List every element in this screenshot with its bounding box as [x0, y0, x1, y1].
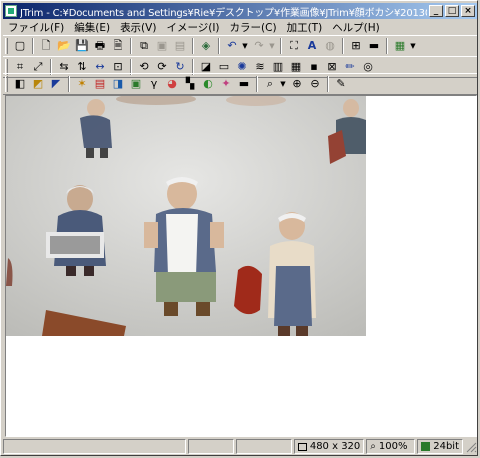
- new-file-icon[interactable]: 🗋: [38, 38, 54, 54]
- paste-icon[interactable]: ▣: [154, 38, 170, 54]
- image-size-pane: 480 x 320: [294, 439, 365, 454]
- image-canvas[interactable]: [5, 95, 477, 437]
- chevron-down-icon[interactable]: ▼: [268, 38, 276, 54]
- copy-icon[interactable]: ⧉: [136, 38, 152, 54]
- menu-image[interactable]: イメージ(I): [161, 20, 224, 35]
- color-depth-icon: [421, 442, 431, 451]
- image-size-value: 480 x 320: [309, 441, 361, 452]
- grid-icon[interactable]: ⊞: [348, 38, 364, 54]
- save-icon[interactable]: 💾: [74, 38, 90, 54]
- app-window: JTrim - C:¥Documents and Settings¥Rie¥デス…: [0, 0, 478, 456]
- toolbar-separator: [68, 76, 70, 92]
- gradient-icon[interactable]: ◤: [48, 76, 64, 92]
- hue-icon[interactable]: ◕: [164, 76, 180, 92]
- effect-icon[interactable]: ✦: [218, 76, 234, 92]
- image-icon[interactable]: ▣: [128, 76, 144, 92]
- toolbar-separator: [386, 38, 388, 54]
- monochrome-icon[interactable]: ▬: [236, 76, 252, 92]
- text-icon[interactable]: A: [304, 38, 320, 54]
- app-icon[interactable]: [5, 5, 17, 17]
- toolbar-separator: [192, 38, 194, 54]
- fit-icon[interactable]: ⛶: [286, 38, 302, 54]
- paste-new-icon[interactable]: ▤: [172, 38, 188, 54]
- toolbar-separator: [32, 38, 34, 54]
- open-folder-icon[interactable]: 📂: [56, 38, 72, 54]
- sharpen-icon[interactable]: ✶: [74, 76, 90, 92]
- toolbar-grip[interactable]: [5, 76, 8, 92]
- zoom-pane: ⌕ 100%: [366, 439, 416, 454]
- undo-icon[interactable]: ↶: [224, 38, 240, 54]
- noise-icon[interactable]: ▚: [182, 76, 198, 92]
- resize-grip-icon[interactable]: [465, 441, 477, 453]
- menu-bar: ファイル(F) 編集(E) 表示(V) イメージ(I) カラー(C) 加工(T)…: [3, 20, 477, 35]
- photo-image: [6, 96, 366, 336]
- toolbar-separator: [280, 38, 282, 54]
- window-title: JTrim - C:¥Documents and Settings¥Rie¥デス…: [20, 7, 427, 19]
- status-message: [3, 439, 187, 454]
- color-depth-value: 24bit: [433, 441, 460, 452]
- main-toolbar: ▢ 🗋 📂 💾 🖶 🗎 ⧉ ▣ ▤ ◈ ↶ ▼ ↷ ▼ ⛶ A ◍ ⊞ ▬ ▦ …: [3, 35, 477, 57]
- contrast-icon[interactable]: ◐: [200, 76, 216, 92]
- image-size-icon: [298, 442, 307, 451]
- redo-icon[interactable]: ↷: [251, 38, 267, 54]
- toolbar-grip[interactable]: [5, 38, 8, 54]
- status-pane-empty: [188, 439, 234, 454]
- title-bar[interactable]: JTrim - C:¥Documents and Settings¥Rie¥デス…: [3, 3, 477, 19]
- zoom-icon[interactable]: ⌕: [262, 76, 278, 92]
- menu-color[interactable]: カラー(C): [225, 20, 282, 35]
- minimize-button[interactable]: _: [429, 5, 443, 17]
- chevron-down-icon[interactable]: ▼: [241, 38, 249, 54]
- maximize-button[interactable]: □: [445, 5, 459, 17]
- print-icon[interactable]: 🖶: [92, 38, 108, 54]
- menu-edit[interactable]: 編集(E): [69, 20, 115, 35]
- menu-file[interactable]: ファイル(F): [3, 20, 69, 35]
- status-bar: 480 x 320 ⌕ 100% 24bit: [3, 438, 477, 455]
- gamma-icon[interactable]: γ: [146, 76, 162, 92]
- close-button[interactable]: ×: [461, 5, 475, 17]
- color-toolbar: ◧ ◩ ◤ ✶ ▤ ◨ ▣ γ ◕ ▚ ◐ ✦ ▬ ⌕ ▼ ⊕ ⊖ ✎: [3, 73, 477, 95]
- film-icon[interactable]: ▬: [366, 38, 382, 54]
- zoom-in-icon[interactable]: ⊕: [289, 76, 305, 92]
- color-balance-icon[interactable]: ◨: [110, 76, 126, 92]
- eyedropper-icon[interactable]: ✎: [333, 76, 349, 92]
- chevron-down-icon[interactable]: ▼: [409, 38, 417, 54]
- toolbar-separator: [342, 38, 344, 54]
- toolbar-separator: [256, 76, 258, 92]
- color-depth-pane: 24bit: [417, 439, 464, 454]
- menu-view[interactable]: 表示(V): [115, 20, 161, 35]
- print-preview-icon[interactable]: 🗎: [110, 38, 126, 54]
- rainbow-icon[interactable]: ▤: [92, 76, 108, 92]
- status-pane-blank: [235, 439, 293, 454]
- toolbar-separator: [218, 38, 220, 54]
- grayscale-icon[interactable]: ◧: [12, 76, 28, 92]
- menu-help[interactable]: ヘルプ(H): [327, 20, 385, 35]
- toolbar-separator: [327, 76, 329, 92]
- chevron-down-icon[interactable]: ▼: [279, 76, 287, 92]
- fill-icon[interactable]: ◍: [322, 38, 338, 54]
- browser-icon[interactable]: ◈: [198, 38, 214, 54]
- zoom-icon: ⌕: [370, 441, 376, 452]
- zoom-out-icon[interactable]: ⊖: [307, 76, 323, 92]
- sepia-icon[interactable]: ◩: [30, 76, 46, 92]
- zoom-value: 100%: [378, 441, 408, 452]
- palette-icon[interactable]: ▦: [392, 38, 408, 54]
- new-window-icon[interactable]: ▢: [12, 38, 28, 54]
- menu-process[interactable]: 加工(T): [282, 20, 328, 35]
- toolbar-separator: [130, 38, 132, 54]
